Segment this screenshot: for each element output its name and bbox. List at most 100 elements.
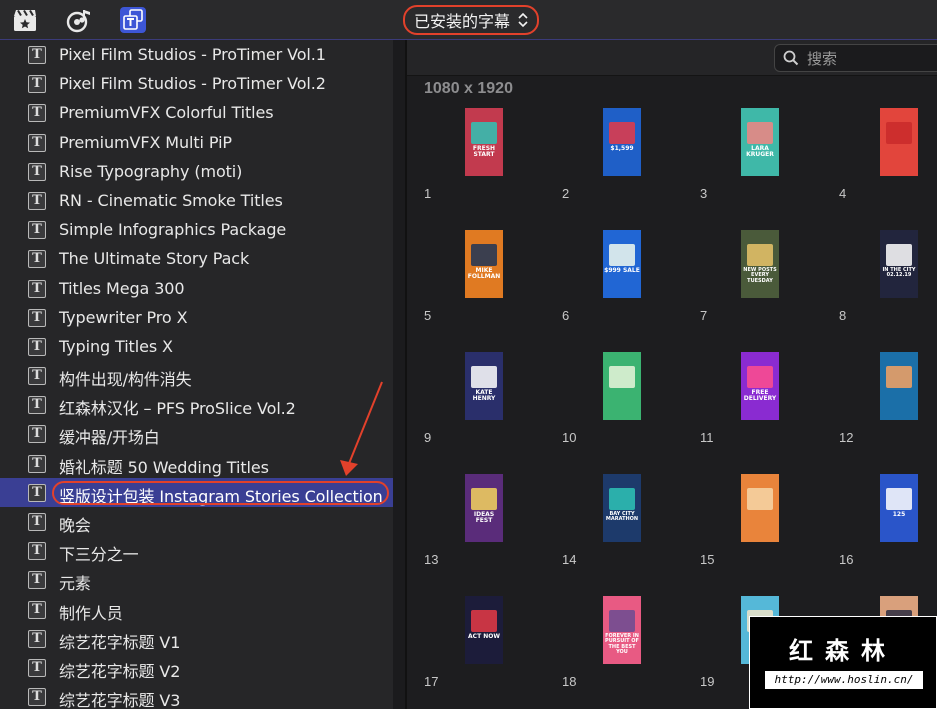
sidebar-item-label: 红森林汉化 – PFS ProSlice Vol.2 bbox=[59, 399, 296, 419]
installed-titles-dropdown[interactable]: 已安装的字幕 bbox=[403, 5, 539, 35]
sidebar-item-label: 制作人员 bbox=[59, 603, 123, 623]
sidebar-item-label: 元素 bbox=[59, 574, 91, 594]
title-category-icon: T bbox=[28, 133, 46, 152]
thumbnail-caption: 125 bbox=[892, 511, 906, 518]
thumbnail-caption: NEW POSTS EVERY TUESDAY bbox=[743, 267, 777, 284]
title-category-icon: T bbox=[28, 571, 46, 590]
annotation-arrow-icon bbox=[340, 381, 383, 476]
chevron-up-down-icon bbox=[518, 12, 528, 28]
sidebar-item[interactable]: T Pixel Film Studios - ProTimer Vol.2 bbox=[0, 69, 393, 98]
sidebar-item[interactable]: T Pixel Film Studios - ProTimer Vol.1 bbox=[0, 40, 393, 69]
thumbnail-caption: IN THE CITY 02.12.19 bbox=[882, 267, 916, 279]
titles-icon[interactable] bbox=[120, 7, 146, 33]
sidebar-item-label: 综艺花字标题 V3 bbox=[59, 691, 181, 709]
sidebar-item[interactable]: T 制作人员 bbox=[0, 595, 393, 624]
title-category-icon: T bbox=[28, 542, 46, 561]
thumbnail-number: 4 bbox=[839, 186, 847, 201]
title-thumbnail[interactable]: MIKE FOLLMAN bbox=[465, 230, 503, 298]
title-thumbnail[interactable] bbox=[880, 352, 918, 420]
title-thumbnail[interactable]: ACT NOW bbox=[465, 596, 503, 664]
sidebar-item[interactable]: T Typewriter Pro X bbox=[0, 303, 393, 332]
sidebar-item[interactable]: T PremiumVFX Colorful Titles bbox=[0, 98, 393, 127]
title-library-sidebar: T Pixel Film Studios - ProTimer Vol.1 T Pix… bbox=[0, 40, 393, 709]
sidebar-item[interactable]: T 元素 bbox=[0, 565, 393, 594]
sidebar-item[interactable]: T RN - Cinematic Smoke Titles bbox=[0, 186, 393, 215]
thumbnail-number: 3 bbox=[700, 186, 708, 201]
title-thumbnail[interactable]: IDEAS FEST bbox=[465, 474, 503, 542]
sidebar-item[interactable]: T The Ultimate Story Pack bbox=[0, 244, 393, 273]
watermark-url: http://www.hoslin.cn/ bbox=[765, 671, 923, 689]
title-thumbnail[interactable]: LARA KRUGER bbox=[741, 108, 779, 176]
title-thumbnail[interactable]: 125 bbox=[880, 474, 918, 542]
resolution-label: 1080 x 1920 bbox=[424, 80, 513, 97]
camera-music-icon[interactable] bbox=[66, 7, 92, 33]
title-thumbnail[interactable]: BAY CITY MARATHON bbox=[603, 474, 641, 542]
thumbnail-caption: MIKE FOLLMAN bbox=[467, 267, 501, 281]
sidebar-item[interactable]: T 综艺花字标题 V2 bbox=[0, 653, 393, 682]
title-category-icon: T bbox=[28, 337, 46, 356]
thumbnail-number: 11 bbox=[700, 430, 714, 445]
sidebar-item-label: PremiumVFX Multi PiP bbox=[59, 132, 232, 152]
sidebar-item-label: Titles Mega 300 bbox=[59, 278, 185, 298]
title-category-icon: T bbox=[28, 629, 46, 648]
sidebar-item[interactable]: T Titles Mega 300 bbox=[0, 274, 393, 303]
thumbnail-caption: BAY CITY MARATHON bbox=[605, 511, 639, 523]
thumbnail-number: 17 bbox=[424, 674, 439, 689]
selection-highlight-outline bbox=[52, 480, 389, 505]
top-toolbar: 已安装的字幕 bbox=[0, 0, 937, 40]
title-thumbnail[interactable] bbox=[880, 108, 918, 176]
search-input[interactable]: 搜索 bbox=[774, 44, 937, 72]
thumbnail-number: 18 bbox=[562, 674, 577, 689]
sidebar-item[interactable]: T 晚会 bbox=[0, 507, 393, 536]
sidebar-item-label: 婚礼标题 50 Wedding Titles bbox=[59, 457, 269, 477]
sidebar-item-label: Pixel Film Studios - ProTimer Vol.2 bbox=[59, 74, 326, 94]
search-bar: 搜索 bbox=[407, 40, 937, 76]
thumbnail-number: 19 bbox=[700, 674, 715, 689]
title-thumbnail[interactable] bbox=[603, 352, 641, 420]
title-thumbnail[interactable]: NEW POSTS EVERY TUESDAY bbox=[741, 230, 779, 298]
clapper-star-icon[interactable] bbox=[12, 7, 38, 33]
title-category-icon: T bbox=[28, 483, 46, 502]
title-thumbnail[interactable]: FOREVER IN PURSUIT OF THE BEST YOU bbox=[603, 596, 641, 664]
title-thumbnail[interactable]: $1,599 bbox=[603, 108, 641, 176]
thumbnail-number: 5 bbox=[424, 308, 432, 323]
sidebar-item[interactable]: T 竖版设计包装 Instagram Stories Collection bbox=[0, 477, 393, 507]
sidebar-item-label: 构件出现/构件消失 bbox=[59, 370, 192, 390]
title-category-icon: T bbox=[28, 221, 46, 240]
thumbnail-caption: FREE DELIVERY bbox=[743, 389, 777, 403]
library-list: T Pixel Film Studios - ProTimer Vol.1 T Pix… bbox=[0, 40, 393, 709]
watermark: 红森林 http://www.hoslin.cn/ bbox=[749, 616, 937, 709]
sidebar-item[interactable]: T Typing Titles X bbox=[0, 332, 393, 361]
thumbnail-caption: FOREVER IN PURSUIT OF THE BEST YOU bbox=[605, 633, 639, 655]
thumbnail-caption: ACT NOW bbox=[468, 633, 500, 640]
thumbnail-caption: $1,599 bbox=[610, 145, 634, 152]
title-category-icon: T bbox=[28, 367, 46, 386]
title-thumbnail[interactable] bbox=[741, 474, 779, 542]
title-thumbnail[interactable]: $999 SALE bbox=[603, 230, 641, 298]
thumbnail-caption: KATE HENRY bbox=[472, 389, 496, 403]
sidebar-item-label: PremiumVFX Colorful Titles bbox=[59, 103, 274, 123]
title-category-icon: T bbox=[28, 600, 46, 619]
sidebar-item[interactable]: T PremiumVFX Multi PiP bbox=[0, 128, 393, 157]
sidebar-item[interactable]: T Simple Infographics Package bbox=[0, 215, 393, 244]
sidebar-item[interactable]: T 综艺花字标题 V3 bbox=[0, 682, 393, 709]
sidebar-item-label: 综艺花字标题 V2 bbox=[59, 661, 181, 681]
sidebar-item-label: Rise Typography (moti) bbox=[59, 161, 243, 181]
sidebar-item-label: Typing Titles X bbox=[59, 336, 173, 356]
title-category-icon: T bbox=[28, 308, 46, 327]
title-category-icon: T bbox=[28, 454, 46, 473]
title-thumbnail[interactable]: KATE HENRY bbox=[465, 352, 503, 420]
title-thumbnail[interactable]: IN THE CITY 02.12.19 bbox=[880, 230, 918, 298]
sidebar-item[interactable]: T Rise Typography (moti) bbox=[0, 157, 393, 186]
title-thumbnail[interactable]: FREE DELIVERY bbox=[741, 352, 779, 420]
sidebar-item[interactable]: T 综艺花字标题 V1 bbox=[0, 624, 393, 653]
sidebar-item-label: RN - Cinematic Smoke Titles bbox=[59, 190, 283, 210]
title-category-icon: T bbox=[28, 688, 46, 707]
title-thumbnail[interactable]: FRESH START bbox=[465, 108, 503, 176]
sidebar-item-label: 综艺花字标题 V1 bbox=[59, 632, 181, 652]
sidebar-item[interactable]: T 下三分之一 bbox=[0, 536, 393, 565]
thumbnail-number: 10 bbox=[562, 430, 577, 445]
title-category-icon: T bbox=[28, 75, 46, 94]
thumbnail-number: 9 bbox=[424, 430, 432, 445]
sidebar-item-label: Typewriter Pro X bbox=[59, 307, 188, 327]
